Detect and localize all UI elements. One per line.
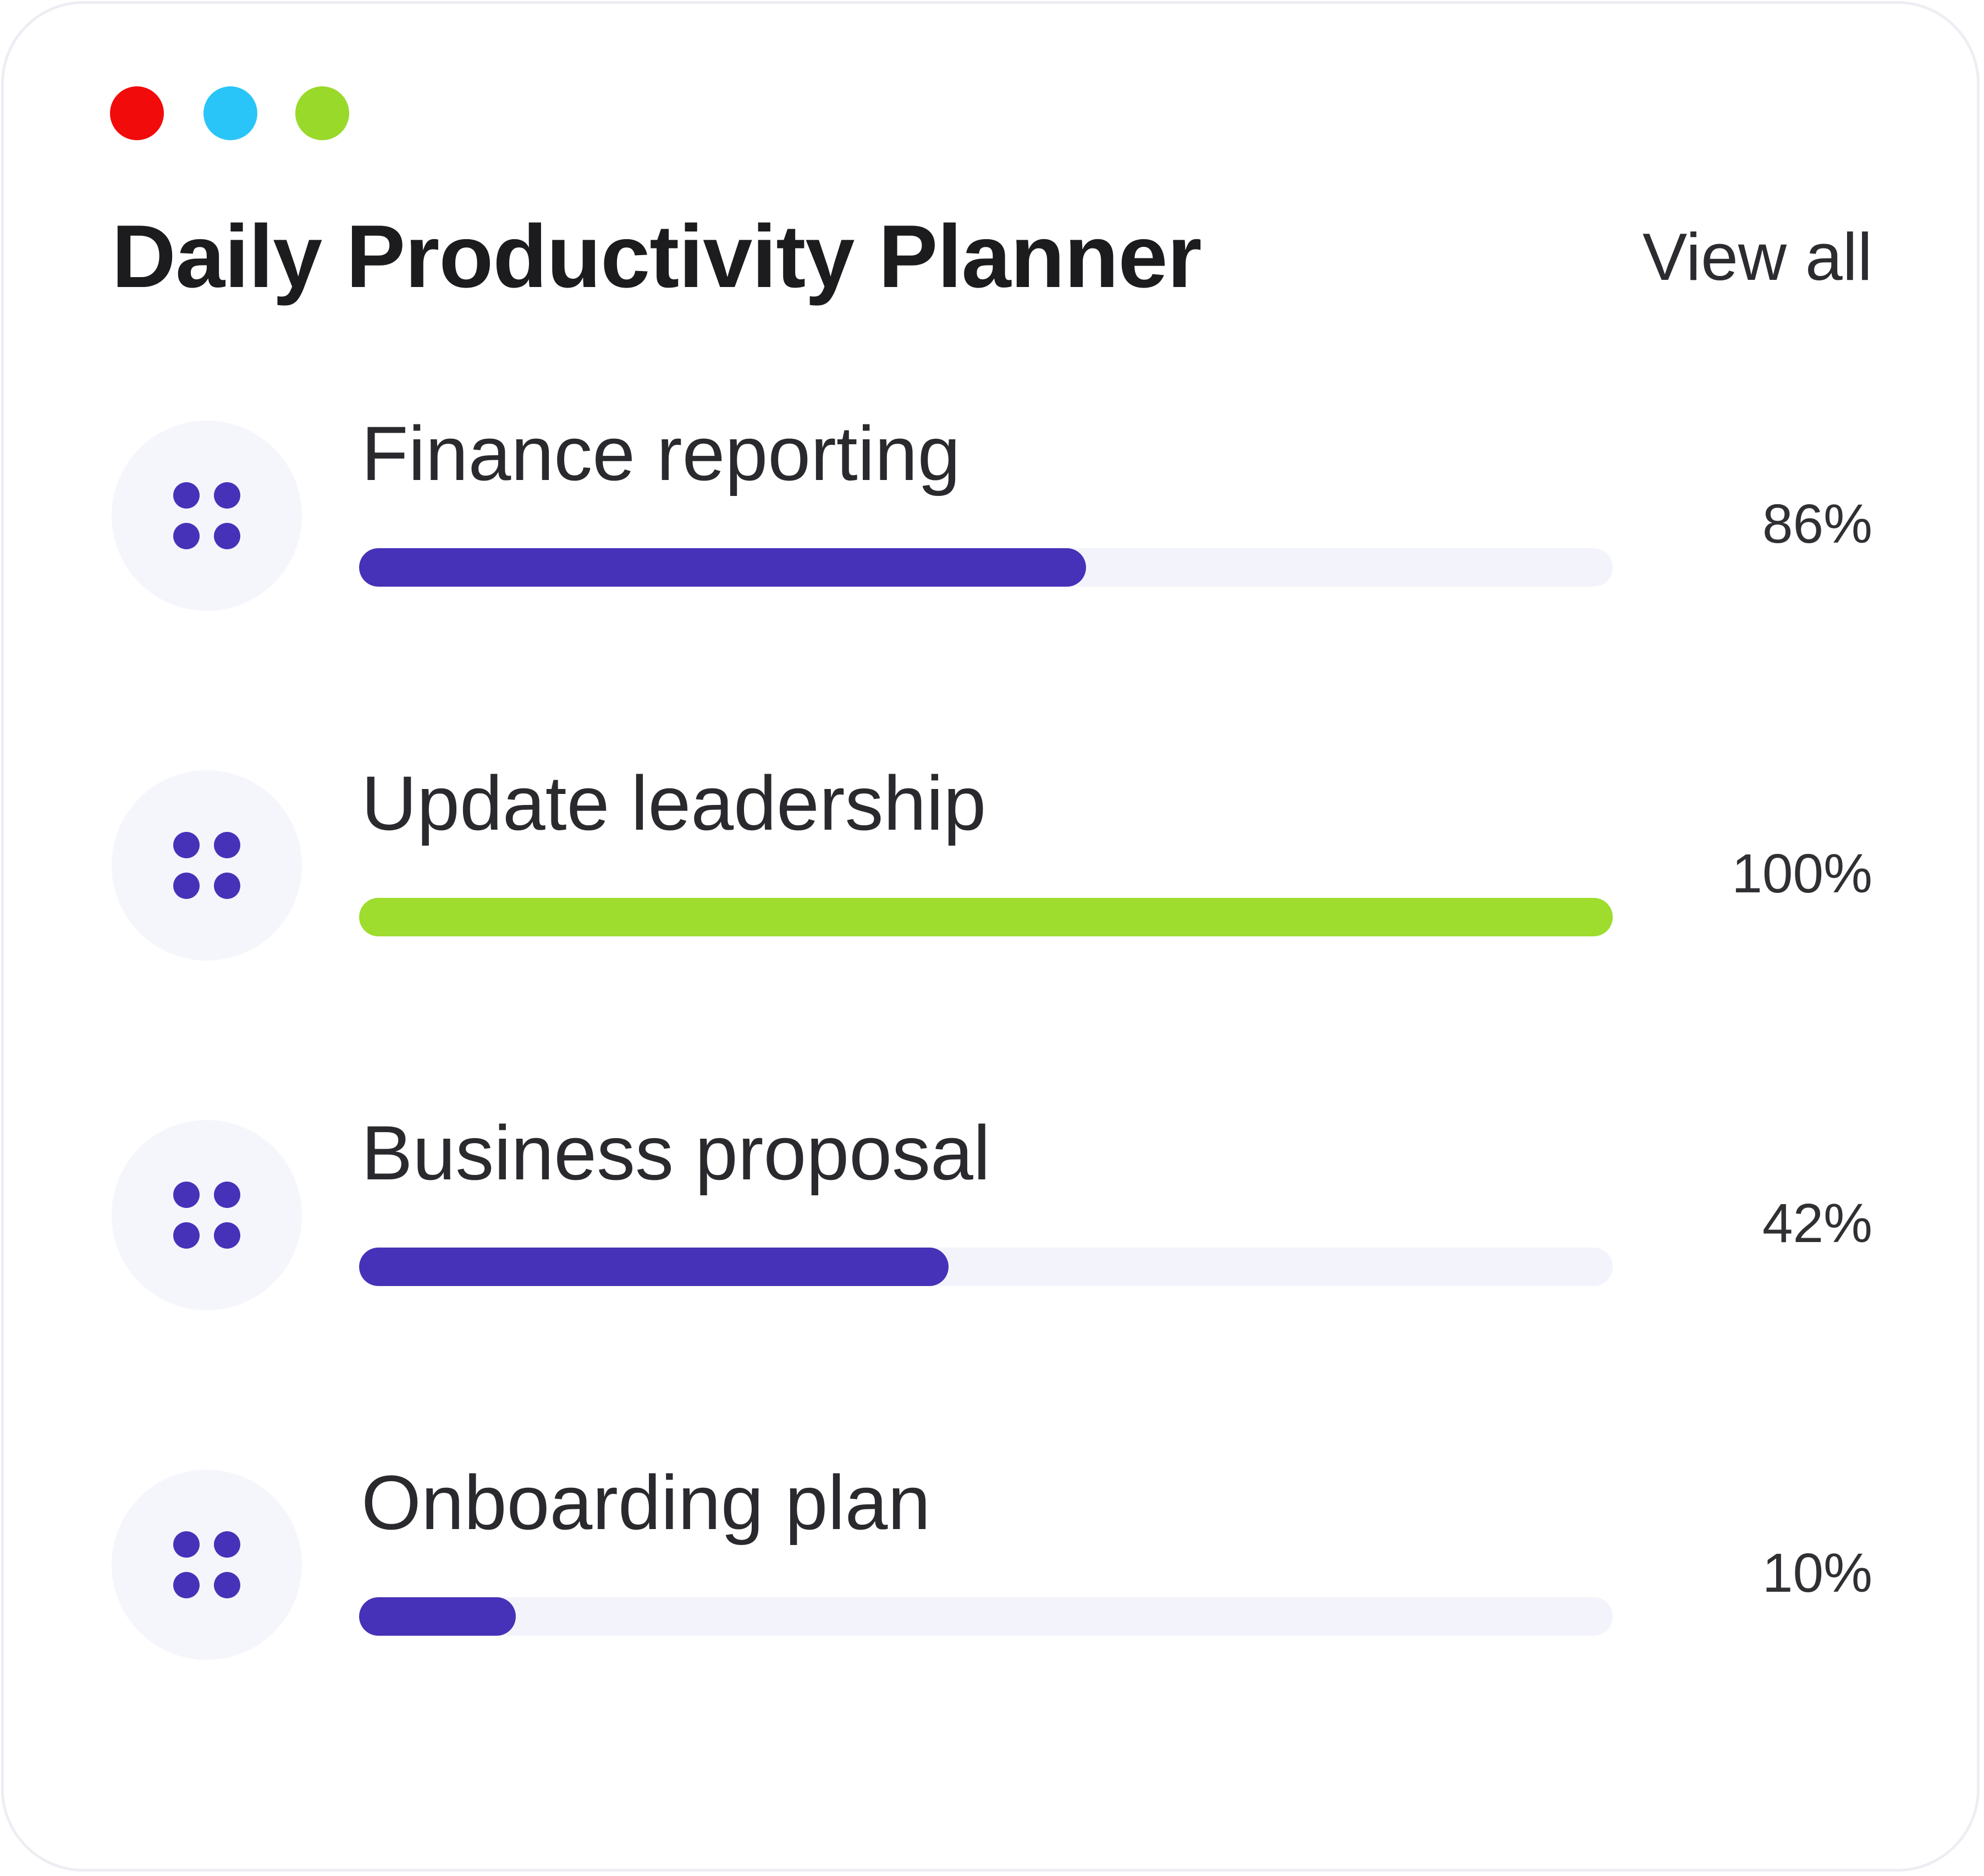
page-title: Daily Productivity Planner — [112, 207, 1202, 306]
task-name: Update leadership — [361, 760, 987, 846]
progress-fill — [359, 548, 1087, 587]
task-icon-badge — [112, 421, 302, 611]
progress-track — [359, 548, 1613, 587]
planner-card: Daily Productivity Planner View all Fina… — [1, 1, 1980, 1872]
maximize-dot[interactable] — [295, 86, 349, 140]
task-item[interactable]: Onboarding plan 10% — [4, 1459, 1977, 1690]
grid-dots-icon — [173, 832, 240, 899]
task-item[interactable]: Update leadership 100% — [4, 760, 1977, 990]
task-percent: 86% — [1762, 493, 1872, 555]
minimize-dot[interactable] — [203, 86, 257, 140]
close-dot[interactable] — [110, 86, 164, 140]
grid-dots-icon — [173, 1531, 240, 1598]
progress-track — [359, 1597, 1613, 1636]
grid-dots-icon — [173, 1182, 240, 1249]
progress-track — [359, 898, 1613, 936]
task-item[interactable]: Business proposal 42% — [4, 1110, 1977, 1340]
view-all-link[interactable]: View all — [1643, 218, 1872, 295]
task-item[interactable]: Finance reporting 86% — [4, 410, 1977, 641]
progress-fill — [359, 1597, 516, 1636]
progress-fill — [359, 898, 1613, 936]
task-icon-badge — [112, 1470, 302, 1660]
task-icon-badge — [112, 770, 302, 961]
task-icon-badge — [112, 1120, 302, 1310]
progress-track — [359, 1248, 1613, 1286]
progress-fill — [359, 1248, 949, 1286]
grid-dots-icon — [173, 482, 240, 549]
task-name: Finance reporting — [361, 410, 961, 496]
task-name: Onboarding plan — [361, 1459, 931, 1546]
task-percent: 100% — [1732, 843, 1872, 904]
task-percent: 42% — [1762, 1193, 1872, 1254]
task-name: Business proposal — [361, 1110, 990, 1196]
task-percent: 10% — [1762, 1542, 1872, 1604]
